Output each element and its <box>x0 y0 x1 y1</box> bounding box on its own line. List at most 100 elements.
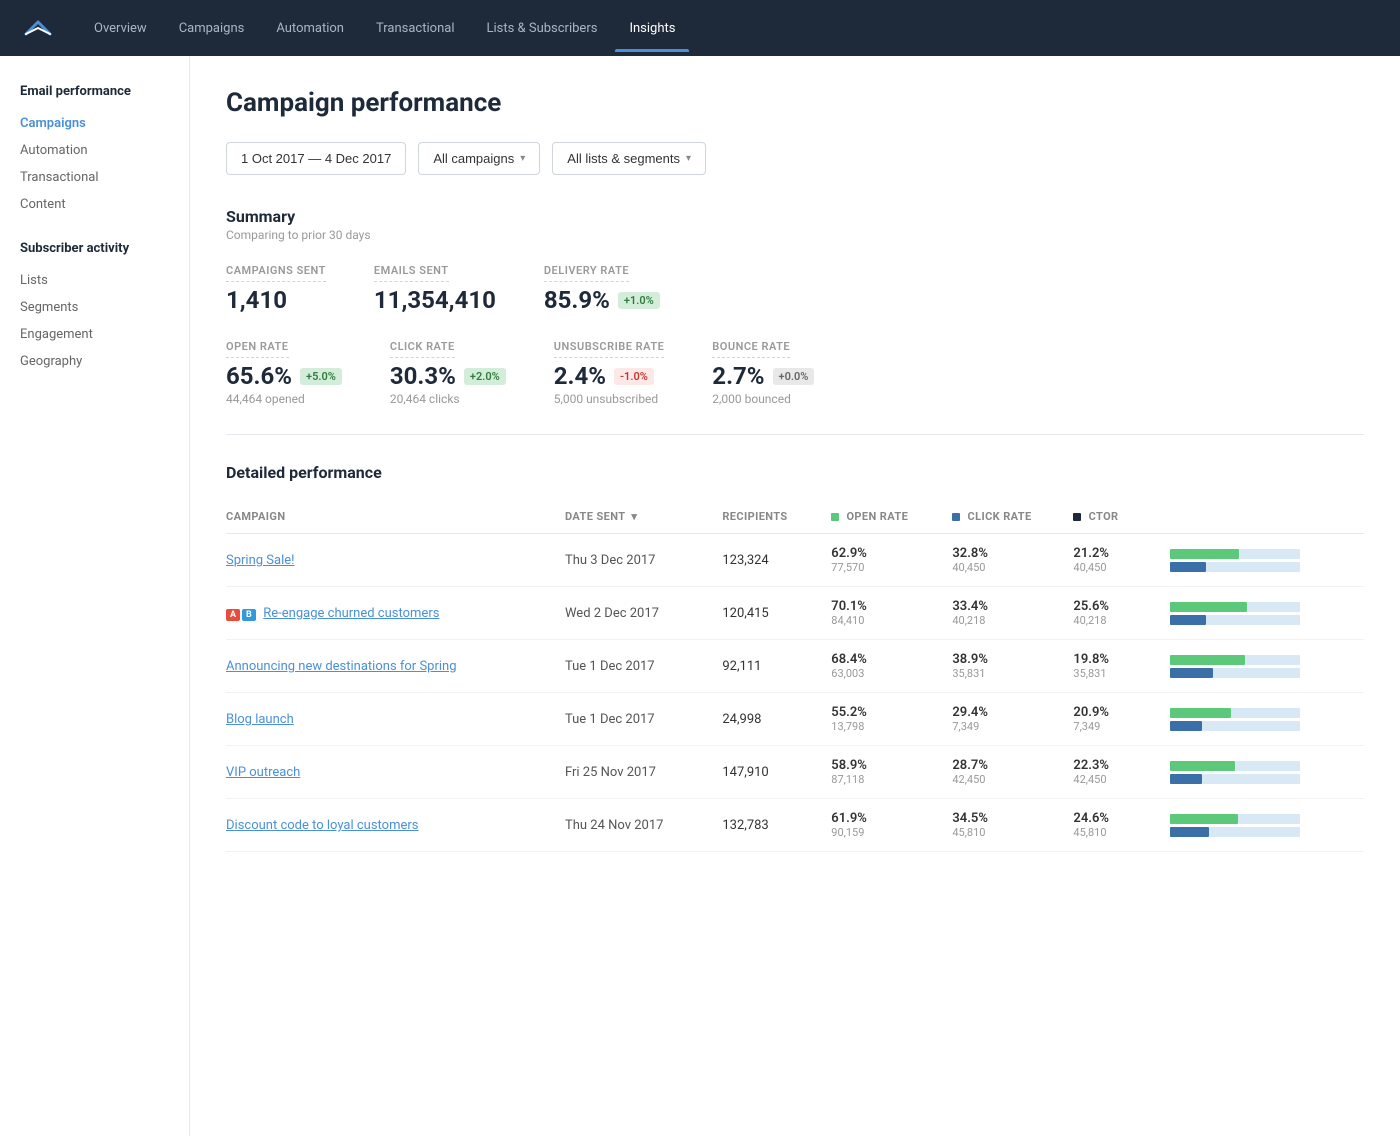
table-header: CAMPAIGN DATE SENT ▾ RECIPIENTS OPEN RAT… <box>226 502 1364 534</box>
metric-emails-sent-label: EMAILS SENT <box>374 264 449 282</box>
segment-filter-button[interactable]: All lists & segments ▾ <box>552 142 706 175</box>
campaign-filter-button[interactable]: All campaigns ▾ <box>418 142 540 175</box>
click-rate-value: 32.8% <box>952 546 1063 561</box>
date-cell: Tue 1 Dec 2017 <box>565 640 722 693</box>
metric-click-rate-label: CLICK RATE <box>390 340 455 358</box>
unsubscribe-rate-badge: -1.0% <box>614 368 654 385</box>
sidebar-item-transactional[interactable]: Transactional <box>20 165 169 190</box>
sidebar-subscriber-title: Subscriber activity <box>20 241 169 256</box>
sidebar-item-engagement[interactable]: Engagement <box>20 322 169 347</box>
click-rate-remainder-bar <box>1213 668 1300 678</box>
logo[interactable] <box>20 14 56 42</box>
bar-row-green <box>1170 814 1354 824</box>
nav-transactional[interactable]: Transactional <box>362 13 469 44</box>
ab-a-label: A <box>226 609 240 621</box>
ab-badge: AB <box>226 609 256 621</box>
open-rate-remainder-bar <box>1239 549 1300 559</box>
bar-chart-cell <box>1170 746 1364 799</box>
sidebar-item-geography[interactable]: Geography <box>20 349 169 374</box>
metric-click-rate-value: 30.3% +2.0% <box>390 362 506 390</box>
click-rate-remainder-bar <box>1202 774 1300 784</box>
click-count-value: 35,831 <box>952 667 1063 680</box>
bar-row-blue <box>1170 615 1354 625</box>
sidebar-item-segments[interactable]: Segments <box>20 295 169 320</box>
bar-chart <box>1170 814 1354 837</box>
open-rate-value: 61.9% <box>831 811 942 826</box>
campaign-link[interactable]: Re-engage churned customers <box>263 606 439 621</box>
campaign-link[interactable]: Spring Sale! <box>226 553 295 568</box>
open-count-value: 87,118 <box>831 773 942 786</box>
metric-bounce-rate: BOUNCE RATE 2.7% +0.0% 2,000 bounced <box>712 338 814 406</box>
metric-campaigns-sent: CAMPAIGNS SENT 1,410 <box>226 262 326 314</box>
metric-open-rate-sub: 44,464 opened <box>226 392 342 406</box>
bar-row-green <box>1170 655 1354 665</box>
nav-campaigns[interactable]: Campaigns <box>165 13 259 44</box>
ctor-count-value: 45,810 <box>1073 826 1160 839</box>
nav-items: Overview Campaigns Automation Transactio… <box>80 13 689 44</box>
bar-chart-cell <box>1170 693 1364 746</box>
metric-unsubscribe-rate-value: 2.4% -1.0% <box>554 362 665 390</box>
campaign-link[interactable]: VIP outreach <box>226 765 300 780</box>
date-filter-button[interactable]: 1 Oct 2017 — 4 Dec 2017 <box>226 142 406 175</box>
sidebar-item-automation[interactable]: Automation <box>20 138 169 163</box>
recipients-cell: 120,415 <box>722 587 831 640</box>
bar-chart <box>1170 655 1354 678</box>
sidebar-email-perf-title: Email performance <box>20 84 169 99</box>
campaign-cell: Announcing new destinations for Spring <box>226 640 565 693</box>
metric-click-rate-sub: 20,464 clicks <box>390 392 506 406</box>
metric-emails-sent: EMAILS SENT 11,354,410 <box>374 262 496 314</box>
click-count-value: 42,450 <box>952 773 1063 786</box>
ctor-count-value: 7,349 <box>1073 720 1160 733</box>
bar-chart <box>1170 602 1354 625</box>
bar-row-blue <box>1170 774 1354 784</box>
bar-row-blue <box>1170 721 1354 731</box>
table-body: Spring Sale! Thu 3 Dec 2017 123,324 62.9… <box>226 534 1364 852</box>
th-date-sent[interactable]: DATE SENT ▾ <box>565 502 722 534</box>
bar-chart-cell <box>1170 799 1364 852</box>
open-count-value: 84,410 <box>831 614 942 627</box>
nav-insights[interactable]: Insights <box>615 13 689 44</box>
campaign-link[interactable]: Blog launch <box>226 712 294 727</box>
campaign-cell: Spring Sale! <box>226 534 565 587</box>
nav-overview[interactable]: Overview <box>80 13 161 44</box>
campaign-link[interactable]: Announcing new destinations for Spring <box>226 659 457 674</box>
campaign-link[interactable]: Discount code to loyal customers <box>226 818 419 833</box>
ctor-dot-icon <box>1073 513 1081 521</box>
click-rate-dot-icon <box>952 513 960 521</box>
click-rate-bar <box>1170 562 1206 572</box>
bar-row-green <box>1170 549 1354 559</box>
bar-chart <box>1170 549 1354 572</box>
click-rate-bar <box>1170 668 1213 678</box>
bounce-rate-badge: +0.0% <box>773 368 815 385</box>
th-open-rate: OPEN RATE <box>831 502 952 534</box>
metrics-row-1: CAMPAIGNS SENT 1,410 EMAILS SENT 11,354,… <box>226 262 1364 314</box>
click-rate-remainder-bar <box>1209 827 1300 837</box>
open-rate-cell: 70.1% 84,410 <box>831 587 952 640</box>
sidebar-item-campaigns[interactable]: Campaigns <box>20 111 169 136</box>
bar-row-green <box>1170 761 1354 771</box>
click-rate-bar <box>1170 615 1206 625</box>
table-row: Discount code to loyal customers Thu 24 … <box>226 799 1364 852</box>
ctor-cell: 22.3% 42,450 <box>1073 746 1170 799</box>
metric-open-rate-label: OPEN RATE <box>226 340 289 358</box>
bar-row-green <box>1170 602 1354 612</box>
click-rate-value: 34.5% <box>952 811 1063 826</box>
nav-lists-subscribers[interactable]: Lists & Subscribers <box>472 13 611 44</box>
open-count-value: 90,159 <box>831 826 942 839</box>
chevron-down-icon: ▾ <box>520 153 525 164</box>
sidebar-item-lists[interactable]: Lists <box>20 268 169 293</box>
metric-emails-sent-value: 11,354,410 <box>374 286 496 314</box>
open-rate-bar <box>1170 708 1231 718</box>
ctor-value: 21.2% <box>1073 546 1160 561</box>
nav-automation[interactable]: Automation <box>262 13 358 44</box>
date-cell: Tue 1 Dec 2017 <box>565 693 722 746</box>
sidebar: Email performance Campaigns Automation T… <box>0 56 190 1136</box>
performance-table: CAMPAIGN DATE SENT ▾ RECIPIENTS OPEN RAT… <box>226 502 1364 852</box>
click-rate-remainder-bar <box>1202 721 1300 731</box>
click-rate-cell: 33.4% 40,218 <box>952 587 1073 640</box>
click-rate-remainder-bar <box>1206 562 1300 572</box>
open-rate-bar <box>1170 814 1238 824</box>
chevron-down-icon: ▾ <box>686 153 691 164</box>
sidebar-item-content[interactable]: Content <box>20 192 169 217</box>
open-rate-bar <box>1170 655 1245 665</box>
